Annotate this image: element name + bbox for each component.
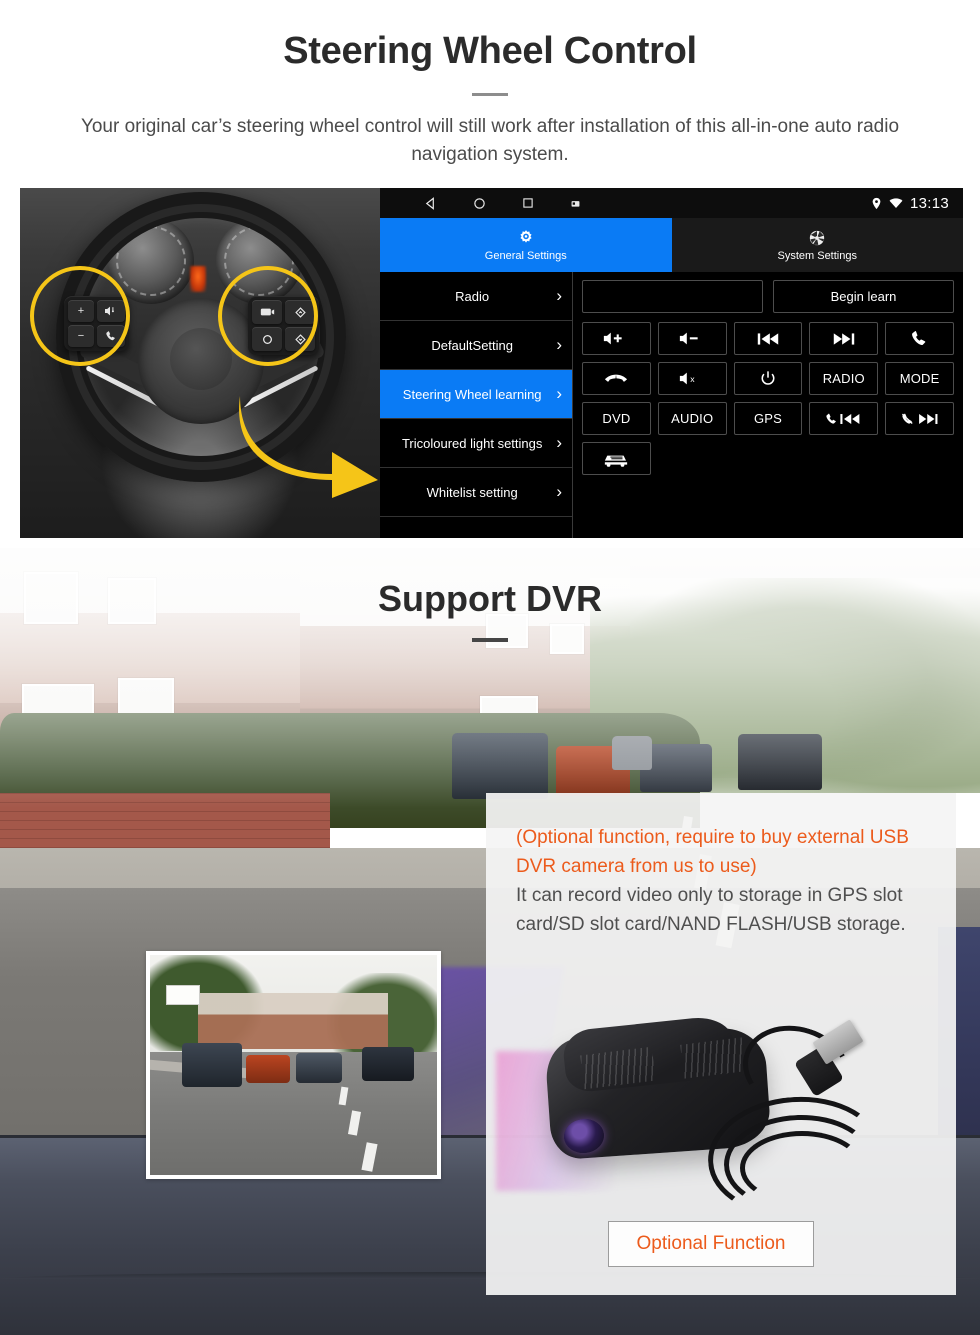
- menu-item-whitelist-setting[interactable]: Whitelist setting ›: [380, 468, 572, 517]
- usb-cable: [740, 1131, 864, 1205]
- begin-learn-button[interactable]: Begin learn: [773, 280, 954, 313]
- menu-item-steering-wheel-learning-label: Steering Wheel learning: [402, 386, 542, 402]
- menu-item-whitelist-setting-label: Whitelist setting: [426, 484, 518, 500]
- menu-item-default-setting-label: DefaultSetting: [431, 337, 513, 353]
- navigation-bar[interactable]: [380, 196, 581, 210]
- phone-hangup-button[interactable]: [582, 362, 651, 395]
- previous-track-icon: [757, 332, 779, 345]
- curved-arrow-icon: [239, 396, 378, 498]
- chevron-right-icon: ›: [556, 433, 562, 452]
- car-info-button[interactable]: [582, 442, 651, 475]
- svg-text:x: x: [690, 374, 695, 384]
- tab-system-settings[interactable]: System Settings: [671, 218, 963, 272]
- function-button-grid: x RADIO MODE DVD AUDIO GPS: [582, 322, 954, 475]
- menu-item-tricoloured-light-settings-label: Tricoloured light settings: [401, 435, 543, 451]
- next-track-icon: [833, 332, 854, 345]
- menu-item-radio[interactable]: Radio ›: [380, 272, 572, 321]
- preview-car: [182, 1043, 242, 1087]
- phone-reject-next-icon: [901, 413, 938, 424]
- menu-item-radio-label: Radio: [455, 288, 490, 304]
- dvr-recording-preview: [146, 951, 441, 1179]
- phone-answer-icon: [911, 330, 925, 345]
- phone-previous-button[interactable]: [809, 402, 879, 435]
- learn-row: Begin learn: [582, 280, 954, 313]
- tab-system-settings-label: System Settings: [777, 250, 857, 262]
- system-shutter-icon: [810, 230, 825, 246]
- phone-reject-next-button[interactable]: [885, 402, 954, 435]
- product-feature-page: Steering Wheel Control Your original car…: [0, 0, 980, 1335]
- location-pin-icon: [872, 197, 881, 209]
- learn-value-field[interactable]: [582, 280, 763, 313]
- recents-square-icon[interactable]: [522, 197, 534, 209]
- volume-down-icon: [680, 332, 698, 345]
- volume-down-button[interactable]: [657, 322, 727, 355]
- settings-tabs: General Settings System Settings: [380, 218, 963, 272]
- power-icon: [761, 370, 775, 385]
- power-button[interactable]: [733, 362, 803, 395]
- status-indicators: 13:13: [871, 188, 949, 218]
- chevron-right-icon: ›: [556, 286, 562, 305]
- tab-general-settings[interactable]: General Settings: [380, 218, 672, 272]
- dvr-section-title: Support DVR: [378, 578, 602, 619]
- settings-menu-list: Radio › DefaultSetting › Steering Wheel …: [380, 272, 573, 538]
- home-circle-icon[interactable]: [473, 197, 486, 210]
- dvr-optional-note: (Optional function, require to buy exter…: [516, 827, 909, 877]
- back-triangle-icon[interactable]: [424, 196, 437, 210]
- car-info-icon: [605, 455, 628, 467]
- head-unit-screen: 13:13 General Settings System Settings R…: [380, 188, 963, 538]
- volume-up-icon: [604, 332, 623, 345]
- dvr-storage-note: It can record video only to storage in G…: [516, 885, 906, 935]
- highlight-circle-left: [30, 266, 130, 366]
- preview-image: [150, 955, 437, 1175]
- menu-item-tricoloured-light-settings[interactable]: Tricoloured light settings ›: [380, 419, 572, 468]
- phone-previous-icon: [826, 413, 860, 424]
- dvd-button[interactable]: DVD: [582, 402, 651, 435]
- chevron-right-icon: ›: [556, 384, 562, 403]
- steering-wheel-photo: + −: [20, 188, 380, 538]
- mute-icon: x: [680, 372, 695, 385]
- previous-track-button[interactable]: [733, 322, 803, 355]
- gear-icon: [520, 230, 532, 243]
- gps-button[interactable]: GPS: [733, 402, 803, 435]
- dvr-camera-photo: [486, 993, 956, 1243]
- mode-button[interactable]: MODE: [885, 362, 954, 395]
- preview-houses: [198, 993, 388, 1049]
- highlight-circle-right: [218, 266, 318, 366]
- wifi-icon: [889, 197, 903, 208]
- next-track-button[interactable]: [809, 322, 879, 355]
- page-title: Steering Wheel Control: [283, 30, 697, 72]
- preview-street-sign: [166, 985, 200, 1005]
- screenshot-icon[interactable]: [570, 198, 581, 209]
- optional-function-button[interactable]: Optional Function: [608, 1221, 814, 1267]
- volume-up-button[interactable]: [582, 322, 651, 355]
- phone-answer-button[interactable]: [885, 322, 954, 355]
- settings-body: Radio › DefaultSetting › Steering Wheel …: [380, 272, 963, 538]
- mute-button[interactable]: x: [657, 362, 727, 395]
- dvr-card-text: (Optional function, require to buy exter…: [486, 793, 956, 939]
- status-bar-time: 13:13: [909, 194, 949, 212]
- phone-hangup-icon: [605, 374, 628, 382]
- steering-wheel-control-section: Steering Wheel Control Your original car…: [0, 0, 980, 548]
- audio-button[interactable]: AUDIO: [657, 402, 727, 435]
- dvr-info-card: (Optional function, require to buy exter…: [486, 793, 956, 1295]
- chevron-right-icon: ›: [556, 335, 562, 354]
- title-divider: [472, 93, 508, 96]
- android-status-bar: 13:13: [380, 188, 963, 218]
- preview-car: [362, 1047, 414, 1081]
- radio-button[interactable]: RADIO: [809, 362, 879, 395]
- menu-item-steering-wheel-learning[interactable]: Steering Wheel learning ›: [380, 370, 572, 419]
- preview-car: [246, 1055, 290, 1083]
- pointer-arrow: [232, 388, 380, 498]
- steering-wheel-learning-panel: Begin learn x RADIO MODE DVD AUDIO GPS: [573, 272, 963, 538]
- preview-car: [296, 1053, 342, 1083]
- tab-general-settings-label: General Settings: [484, 250, 567, 262]
- dvr-title-divider: [472, 638, 508, 642]
- page-subtitle: Your original car’s steering wheel contr…: [80, 116, 900, 165]
- menu-item-default-setting[interactable]: DefaultSetting ›: [380, 321, 572, 370]
- chevron-right-icon: ›: [556, 482, 562, 501]
